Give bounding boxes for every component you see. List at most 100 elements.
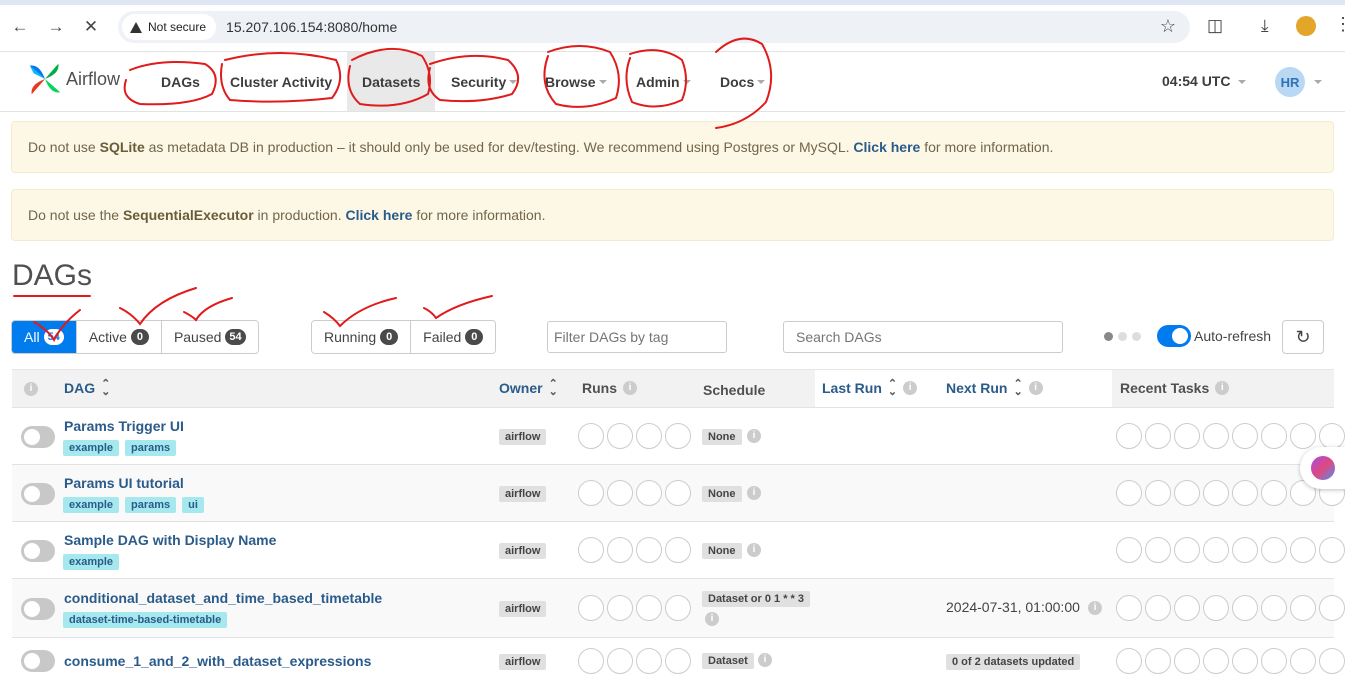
filter-label: Paused	[173, 329, 222, 345]
assistant-brain-icon[interactable]	[1300, 447, 1345, 489]
dag-tag[interactable]: ui	[182, 497, 204, 513]
forward-icon[interactable]: →	[45, 16, 67, 38]
filter-label: Running	[324, 329, 377, 345]
schedule-badge: None	[702, 486, 742, 502]
recent-tasks-circles	[1116, 595, 1345, 621]
owner-badge[interactable]: airflow	[499, 601, 547, 617]
nav-browse-label: Browse	[545, 73, 596, 90]
tag-filter-input[interactable]	[547, 321, 727, 353]
auto-refresh-toggle[interactable]	[1157, 325, 1191, 347]
back-icon[interactable]: ←	[9, 16, 31, 38]
nav-datasets[interactable]: Datasets	[347, 52, 436, 111]
nav-security[interactable]: Security	[438, 52, 530, 111]
dag-link[interactable]: Params Trigger UI	[64, 418, 184, 434]
owner-badge[interactable]: airflow	[499, 486, 547, 502]
url-text[interactable]: 15.207.106.154:8080/home	[226, 19, 397, 35]
refresh-button[interactable]: ↻	[1282, 320, 1324, 354]
count-badge: 54	[43, 329, 64, 345]
download-icon[interactable]: ⤓	[1261, 16, 1269, 36]
refresh-icon: ↻	[1295, 326, 1311, 347]
col-dag[interactable]: DAG ⌃ ⌄	[64, 378, 111, 398]
owner-badge[interactable]: airflow	[499, 543, 547, 559]
filter-label: Active	[88, 329, 127, 345]
nav-cluster-activity[interactable]: Cluster Activity	[217, 52, 345, 111]
nav-admin[interactable]: Admin	[623, 52, 704, 111]
pause-toggle[interactable]	[21, 650, 55, 672]
info-icon[interactable]: i	[747, 543, 761, 557]
col-owner[interactable]: Owner ⌃ ⌄	[499, 379, 558, 398]
info-icon[interactable]: i	[747, 486, 761, 500]
dag-tags: example	[63, 554, 120, 570]
dags-table: i DAG ⌃ ⌄ Owner ⌃ ⌄ Runs i Schedule Last Run ⌃…	[12, 369, 1345, 687]
table-header: i DAG ⌃ ⌄ Owner ⌃ ⌄ Runs i Schedule Last Run ⌃…	[12, 369, 1334, 408]
col-last-run[interactable]: Last Run ⌃ ⌄ i	[822, 379, 918, 398]
count-badge: 0	[380, 329, 399, 345]
nav-cluster-activity-label: Cluster Activity	[230, 73, 333, 90]
airflow-logo[interactable]: Airflow	[26, 60, 120, 98]
nav-docs[interactable]: Docs	[707, 52, 778, 111]
count-badge: 54	[225, 329, 246, 345]
info-icon[interactable]: i	[1215, 381, 1230, 395]
runs-circles	[578, 648, 691, 674]
search-dags-input[interactable]	[783, 321, 1063, 353]
dag-link[interactable]: conditional_dataset_and_time_based_timet…	[64, 590, 382, 606]
airflow-pinwheel-icon	[29, 63, 61, 95]
address-bar[interactable]: Not secure 15.207.106.154:8080/home ☆	[118, 11, 1190, 43]
filter-failed-button[interactable]: Failed 0	[411, 321, 496, 353]
filter-active-button[interactable]: Active 0	[76, 321, 162, 353]
profile-avatar[interactable]	[1296, 16, 1316, 36]
nav-dags-label: DAGs	[161, 73, 200, 90]
dag-tag[interactable]: params	[125, 497, 177, 513]
pause-toggle[interactable]	[21, 598, 55, 620]
status-filter-group: All 54 Active 0 Paused 54	[11, 320, 259, 354]
pause-toggle[interactable]	[21, 483, 55, 505]
alert-link[interactable]: Click here	[346, 207, 413, 223]
user-avatar[interactable]: HR	[1275, 67, 1305, 97]
col-last-run-label: Last Run	[822, 380, 882, 396]
filter-running-button[interactable]: Running 0	[312, 321, 412, 353]
chevron-down-icon	[598, 79, 607, 84]
bookmark-star-icon[interactable]: ☆	[1160, 16, 1176, 37]
owner-badge[interactable]: airflow	[499, 429, 547, 445]
dag-tag[interactable]: params	[125, 440, 177, 456]
stop-icon[interactable]: ✕	[80, 16, 102, 38]
pause-toggle[interactable]	[21, 426, 55, 448]
filter-all-button[interactable]: All 54	[12, 321, 77, 353]
info-icon[interactable]: i	[747, 429, 761, 443]
owner-badge[interactable]: airflow	[499, 654, 547, 670]
dag-tag[interactable]: example	[63, 440, 120, 456]
info-icon[interactable]: i	[623, 381, 637, 395]
filter-label: Failed	[423, 329, 462, 345]
filter-paused-button[interactable]: Paused 54	[161, 321, 258, 353]
info-icon[interactable]: i	[24, 382, 38, 396]
browser-menu-icon[interactable]: ⋮	[1334, 14, 1345, 35]
alert-link[interactable]: Click here	[853, 139, 920, 155]
nav-docs-label: Docs	[720, 73, 755, 90]
extensions-icon[interactable]: ◫	[1207, 16, 1223, 36]
dag-link[interactable]: Sample DAG with Display Name	[64, 532, 276, 548]
annotation-check-active	[119, 287, 197, 326]
dag-link[interactable]: Params UI tutorial	[64, 475, 184, 491]
col-owner-label: Owner	[499, 380, 543, 396]
chevron-down-icon[interactable]	[1314, 80, 1322, 84]
clock-menu[interactable]: 04:54 UTC	[1162, 73, 1247, 89]
security-indicator[interactable]: Not secure	[122, 14, 217, 40]
info-icon[interactable]: i	[903, 381, 918, 395]
runs-circles	[578, 595, 691, 621]
pause-toggle[interactable]	[21, 540, 55, 562]
airflow-navbar: Airflow DAGs Cluster Activity Datasets S…	[0, 52, 1345, 112]
dag-tag[interactable]: example	[63, 497, 120, 513]
info-icon[interactable]: i	[1088, 601, 1102, 615]
nav-dags[interactable]: DAGs	[148, 52, 213, 111]
dag-link[interactable]: consume_1_and_2_with_dataset_expressions	[64, 653, 371, 669]
info-icon[interactable]: i	[705, 612, 719, 626]
dag-tag[interactable]: dataset-time-based-timetable	[63, 612, 228, 628]
dag-tag[interactable]: example	[63, 554, 120, 570]
info-icon[interactable]: i	[758, 653, 772, 667]
info-icon[interactable]: i	[1028, 381, 1043, 395]
col-next-run[interactable]: Next Run ⌃ ⌄ i	[946, 379, 1043, 398]
sort-icon: ⌃ ⌄	[101, 378, 111, 398]
datasets-updated-badge[interactable]: 0 of 2 datasets updated	[946, 654, 1081, 670]
nav-browse[interactable]: Browse	[532, 52, 620, 111]
schedule-badge: None	[702, 543, 742, 559]
